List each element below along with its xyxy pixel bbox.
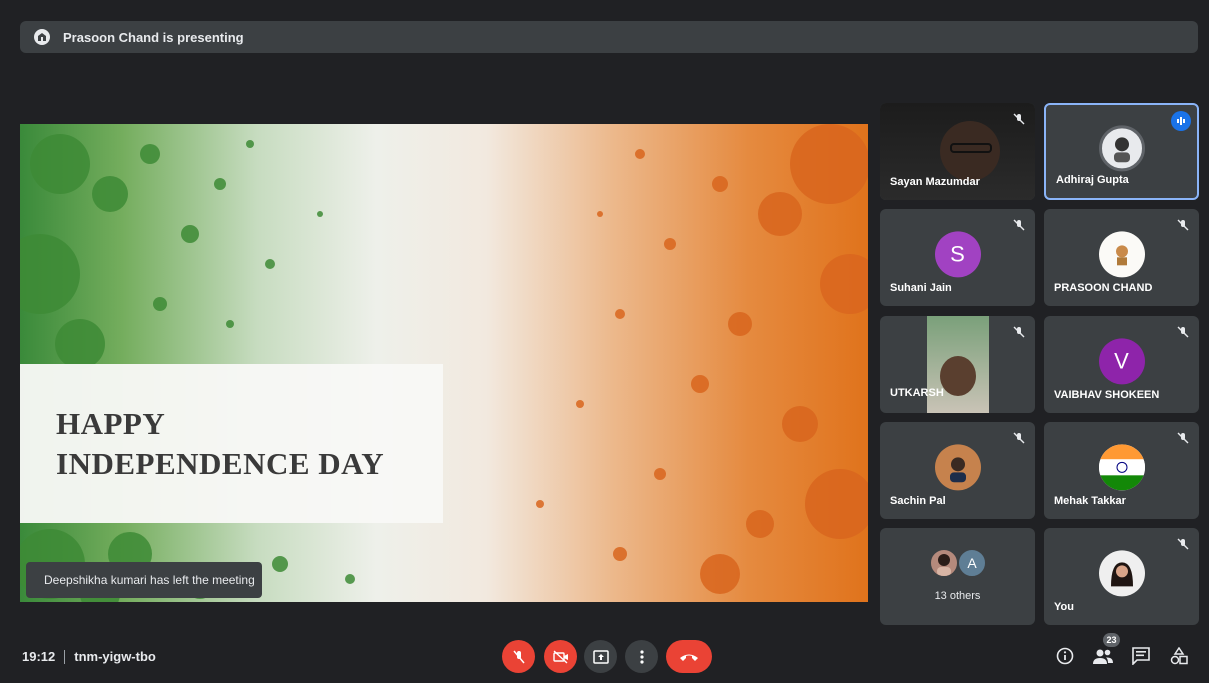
people-count-badge: 23 xyxy=(1103,633,1120,647)
mic-off-icon xyxy=(1177,432,1189,444)
clock-time: 19:12 xyxy=(22,649,56,664)
participant-tile[interactable]: V VAIBHAV SHOKEEN xyxy=(1044,316,1199,413)
participant-name: VAIBHAV SHOKEEN xyxy=(1054,389,1160,401)
speaking-icon xyxy=(1171,111,1191,131)
avatar xyxy=(1098,549,1145,596)
hang-up-icon xyxy=(680,654,698,661)
avatar xyxy=(1098,443,1145,490)
participant-name: PRASOON CHAND xyxy=(1054,282,1153,294)
participant-tile[interactable]: Sachin Pal xyxy=(880,422,1035,519)
slide-title-line-1: HAPPY xyxy=(56,406,166,441)
participant-left-toast: Deepshikha kumari has left the meeting xyxy=(26,562,262,598)
title-box xyxy=(20,364,443,523)
slide-title-line-2: INDEPENDENCE DAY xyxy=(56,446,385,481)
meeting-code: tnm-yigw-tbo xyxy=(74,649,156,664)
meeting-info: 19:12 tnm-yigw-tbo xyxy=(22,649,156,664)
participant-tile[interactable]: Mehak Takkar xyxy=(1044,422,1199,519)
mic-off-icon xyxy=(1177,326,1189,338)
info-icon xyxy=(1056,647,1074,665)
presenting-text: Prasoon Chand is presenting xyxy=(63,29,244,45)
participant-name: Sachin Pal xyxy=(890,495,946,507)
mic-off-icon xyxy=(1177,219,1189,231)
divider xyxy=(64,649,66,664)
presenting-banner: Prasoon Chand is presenting xyxy=(20,21,1198,53)
participant-name: Mehak Takkar xyxy=(1054,495,1126,507)
mic-off-icon xyxy=(1177,538,1189,550)
activities-icon xyxy=(1170,647,1188,665)
shared-screen: HAPPY INDEPENDENCE DAY xyxy=(20,124,868,602)
mic-off-icon xyxy=(1013,326,1025,338)
toast-text: Deepshikha kumari has left the meeting xyxy=(44,573,255,587)
mic-off-icon xyxy=(1013,113,1025,125)
participant-tile[interactable]: Adhiraj Gupta xyxy=(1044,103,1199,200)
participant-name: Suhani Jain xyxy=(890,282,952,294)
india-flag-icon xyxy=(1098,443,1145,490)
presenter-icon xyxy=(34,29,50,45)
avatar xyxy=(929,548,959,578)
participant-tile[interactable]: UTKARSH xyxy=(880,316,1035,413)
avatar: A xyxy=(957,548,987,578)
chat-button[interactable] xyxy=(1131,646,1151,666)
avatar: V xyxy=(1098,337,1145,384)
mic-off-icon xyxy=(512,650,525,663)
avatar xyxy=(934,443,981,490)
meeting-details-button[interactable] xyxy=(1055,646,1075,666)
self-tile[interactable]: You xyxy=(1044,528,1199,625)
people-button[interactable] xyxy=(1093,646,1113,666)
chat-icon xyxy=(1132,647,1150,665)
mic-toggle-button[interactable] xyxy=(502,640,535,673)
present-button[interactable] xyxy=(584,640,617,673)
participant-tile[interactable]: Sayan Mazumdar xyxy=(880,103,1035,200)
more-options-icon xyxy=(639,649,644,664)
others-avatars: A xyxy=(929,548,989,580)
avatar: S xyxy=(934,230,981,277)
participant-name: Adhiraj Gupta xyxy=(1056,174,1129,186)
paint-splatter-background xyxy=(20,124,868,602)
mic-off-icon xyxy=(1013,219,1025,231)
more-options-button[interactable] xyxy=(625,640,658,673)
avatar-initial: A xyxy=(967,555,977,571)
participant-name: You xyxy=(1054,601,1074,613)
others-label: 13 others xyxy=(934,590,981,602)
activities-button[interactable] xyxy=(1169,646,1189,666)
bottom-control-bar: 19:12 tnm-yigw-tbo 23 xyxy=(0,630,1209,683)
participant-tile[interactable]: S Suhani Jain xyxy=(880,209,1035,306)
avatar-initial: S xyxy=(950,240,965,266)
camera-toggle-button[interactable] xyxy=(544,640,577,673)
others-tile[interactable]: A 13 others xyxy=(880,528,1035,625)
mic-off-icon xyxy=(1013,432,1025,444)
avatar-initial: V xyxy=(1114,347,1129,373)
people-icon xyxy=(1093,649,1113,664)
camera-off-icon xyxy=(552,649,568,664)
present-icon xyxy=(592,649,609,664)
participant-name: UTKARSH xyxy=(890,387,944,399)
avatar xyxy=(1098,124,1145,171)
avatar xyxy=(1098,230,1145,277)
leave-call-button[interactable] xyxy=(666,640,712,673)
participant-tile[interactable]: PRASOON CHAND xyxy=(1044,209,1199,306)
participant-name: Sayan Mazumdar xyxy=(890,176,980,188)
